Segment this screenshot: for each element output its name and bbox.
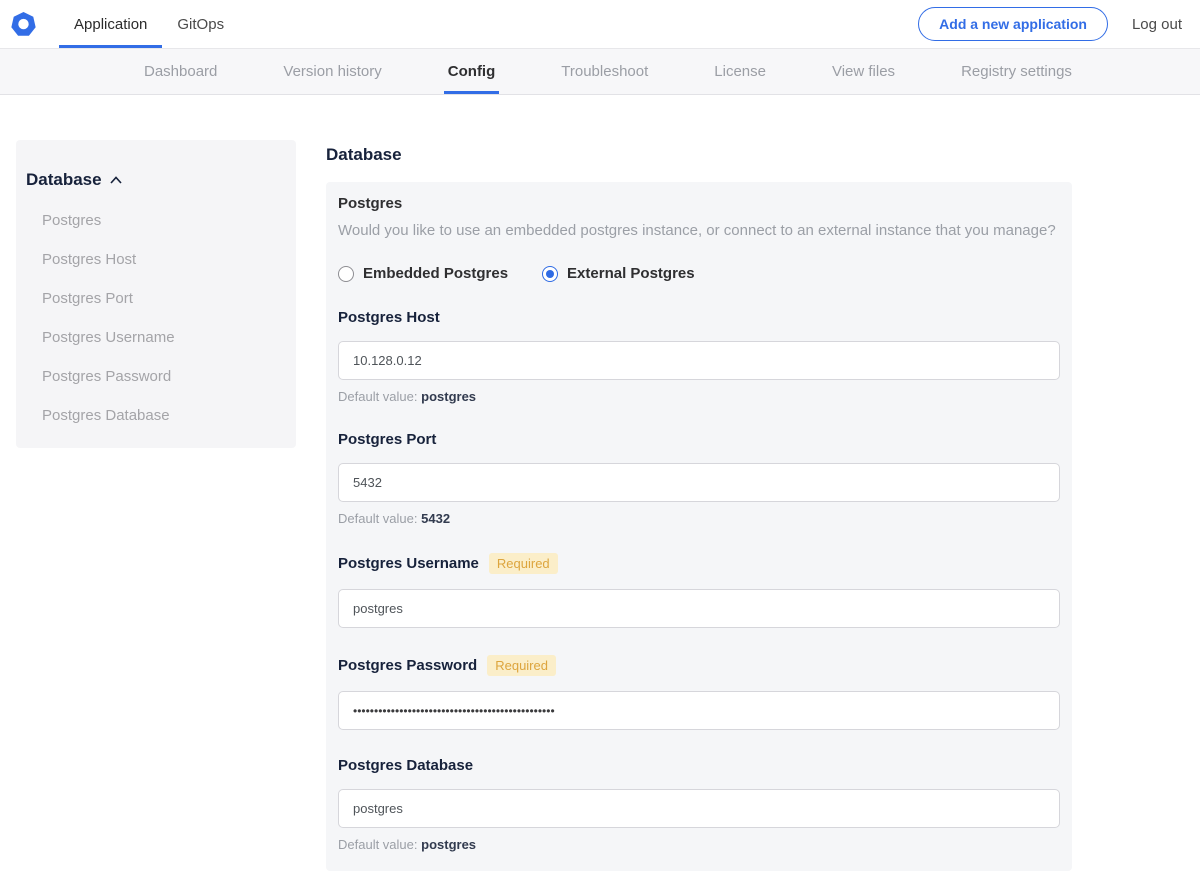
tab-application[interactable]: Application: [59, 0, 163, 48]
field-label: Postgres Password: [338, 657, 478, 674]
default-value-hint: Default value: 5432: [338, 511, 451, 526]
field-label: Postgres Host: [338, 309, 440, 326]
sidebar-group-database[interactable]: Database: [26, 170, 286, 190]
database-config-card: Postgres Would you like to use an embedd…: [326, 182, 1072, 871]
tab-dashboard[interactable]: Dashboard: [140, 49, 221, 94]
config-sidebar: Database Postgres Postgres Host Postgres…: [16, 140, 296, 448]
tab-troubleshoot[interactable]: Troubleshoot: [557, 49, 652, 94]
sidebar-item-postgres-host[interactable]: Postgres Host: [26, 251, 286, 268]
sidebar-group-label: Database: [26, 170, 102, 189]
postgres-port-input[interactable]: [338, 463, 1060, 502]
radio-embedded-postgres[interactable]: Embedded Postgres: [338, 265, 508, 282]
field-postgres-host: Postgres Host Default value: postgres: [338, 309, 1060, 404]
field-postgres-password: Postgres Password Required: [338, 655, 1060, 730]
field-label: Postgres Username: [338, 555, 479, 572]
app-logo[interactable]: [0, 0, 59, 48]
page-title: Database: [326, 145, 402, 164]
sidebar-item-postgres-port[interactable]: Postgres Port: [26, 290, 286, 307]
sidebar-item-postgres-database[interactable]: Postgres Database: [26, 407, 286, 424]
postgres-password-input[interactable]: [338, 691, 1060, 730]
radio-external-postgres[interactable]: External Postgres: [542, 265, 695, 282]
add-application-button[interactable]: Add a new application: [918, 7, 1108, 41]
postgres-database-input[interactable]: [338, 789, 1060, 828]
sidebar-item-postgres-password[interactable]: Postgres Password: [26, 368, 286, 385]
tab-config[interactable]: Config: [443, 49, 500, 94]
sidebar-item-postgres-username[interactable]: Postgres Username: [26, 329, 286, 346]
default-value-hint: Default value: postgres: [338, 837, 477, 852]
chevron-up-icon: [110, 176, 122, 184]
top-nav: Application GitOps: [59, 0, 239, 48]
default-value-hint: Default value: postgres: [338, 389, 477, 404]
config-main: Database Postgres Would you like to use …: [326, 95, 1072, 884]
tab-registry-settings[interactable]: Registry settings: [957, 49, 1076, 94]
field-postgres-database: Postgres Database Default value: postgre…: [338, 757, 1060, 852]
sidebar-item-postgres[interactable]: Postgres: [26, 212, 286, 229]
topbar-right: Add a new application Log out: [918, 0, 1200, 48]
group-help-text: Would you like to use an embedded postgr…: [338, 222, 1056, 239]
required-badge: Required: [487, 655, 556, 676]
field-postgres-port: Postgres Port Default value: 5432: [338, 431, 1060, 526]
config-page: Database Postgres Postgres Host Postgres…: [0, 95, 1200, 884]
tab-license[interactable]: License: [710, 49, 770, 94]
tab-gitops[interactable]: GitOps: [162, 0, 239, 48]
field-label: Postgres Port: [338, 431, 437, 448]
logout-button[interactable]: Log out: [1132, 16, 1182, 33]
app-logo-icon: [11, 11, 36, 36]
postgres-group: Postgres Would you like to use an embedd…: [338, 195, 1060, 282]
radio-unchecked-icon: [338, 265, 354, 282]
field-postgres-username: Postgres Username Required: [338, 553, 1060, 628]
group-label: Postgres: [338, 195, 403, 212]
postgres-radio-row: Embedded Postgres External Postgres: [338, 265, 1060, 282]
tab-view-files[interactable]: View files: [828, 49, 899, 94]
app-subnav: Dashboard Version history Config Trouble…: [0, 48, 1200, 95]
radio-checked-icon: [542, 265, 559, 282]
radio-label: Embedded Postgres: [363, 265, 509, 282]
top-bar: Application GitOps Add a new application…: [0, 0, 1200, 48]
postgres-host-input[interactable]: [338, 341, 1060, 380]
field-label: Postgres Database: [338, 757, 474, 774]
postgres-username-input[interactable]: [338, 589, 1060, 628]
required-badge: Required: [488, 553, 558, 574]
radio-label: External Postgres: [567, 265, 695, 282]
tab-version-history[interactable]: Version history: [279, 49, 385, 94]
